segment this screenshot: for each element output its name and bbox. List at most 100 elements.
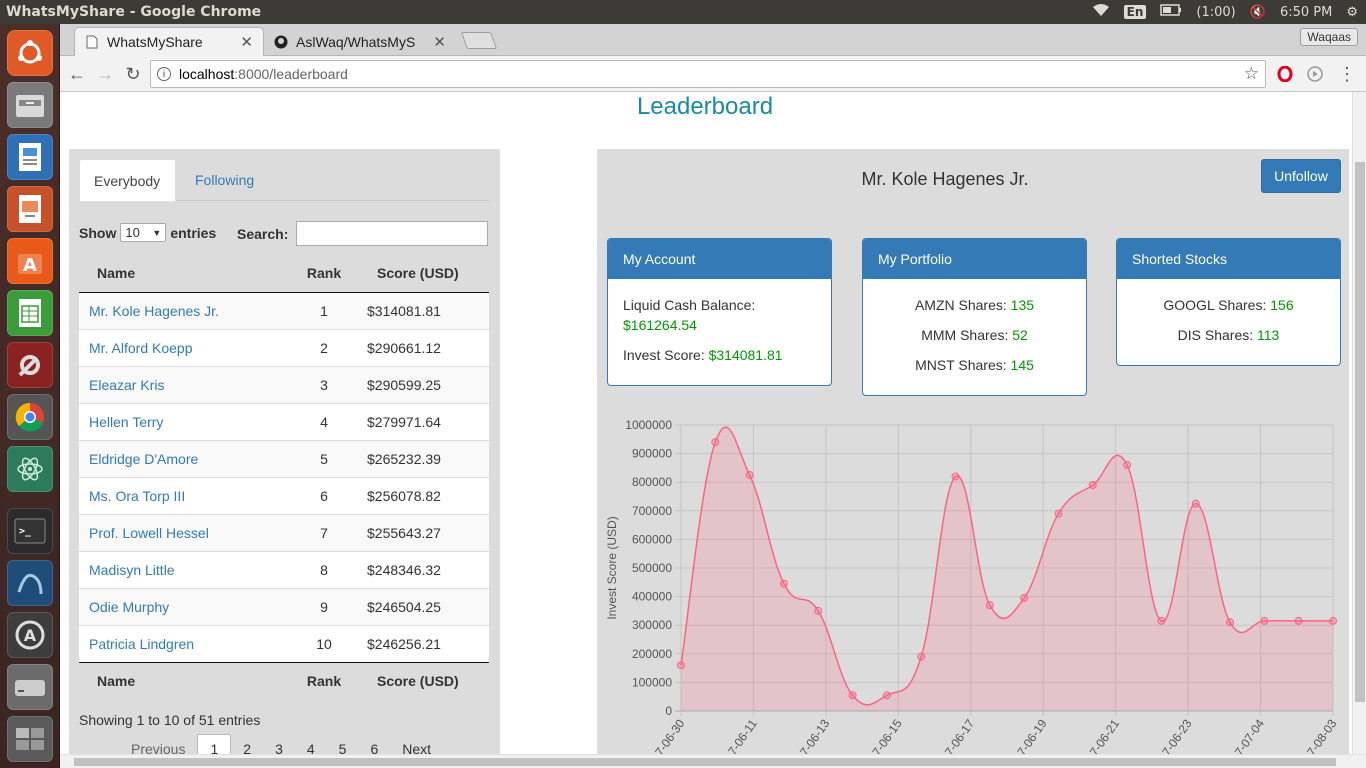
back-arrow-icon[interactable]: ← <box>66 63 88 85</box>
show-label: Show <box>79 224 117 241</box>
column-header-rank[interactable]: Rank <box>289 254 359 293</box>
keyboard-layout-indicator[interactable]: En <box>1123 5 1147 19</box>
battery-time: (1:00) <box>1196 4 1236 20</box>
terminal-icon[interactable]: >_ <box>7 508 53 554</box>
y-tick-label: 700000 <box>632 504 672 518</box>
chrome-icon[interactable] <box>7 394 53 440</box>
shorted-stocks-card: Shorted Stocks GOOGL Shares: 156 DIS Sha… <box>1116 238 1341 366</box>
data-point <box>951 472 960 481</box>
browser-tab-whatsmyshare[interactable]: WhatsMyShare ✕ <box>74 27 264 56</box>
page-viewport: Leaderboard Everybody Following Show 10 … <box>60 92 1366 768</box>
player-score: $279971.64 <box>359 402 489 440</box>
mysql-workbench-icon[interactable] <box>7 560 53 606</box>
system-settings-icon[interactable] <box>7 342 53 388</box>
shorted-item-label: GOOGL Shares: <box>1163 297 1267 313</box>
table-row: Mr. Kole Hagenes Jr. 1 $314081.81 <box>79 291 489 329</box>
url-path: :8000/leaderboard <box>234 66 348 82</box>
scrollbar-thumb[interactable] <box>74 758 1336 766</box>
table-row: Madisyn Little 8 $248346.32 <box>79 550 489 588</box>
bookmark-star-icon[interactable]: ☆ <box>1244 64 1259 84</box>
horizontal-scrollbar[interactable] <box>60 754 1366 768</box>
menu-dots-icon[interactable]: ⋮ <box>1336 63 1358 85</box>
column-footer-rank: Rank <box>289 661 359 700</box>
battery-icon[interactable] <box>1160 4 1182 20</box>
player-name-link[interactable]: Odie Murphy <box>79 587 289 625</box>
browser-tab-title: AslWaq/WhatsMyS <box>296 33 416 50</box>
table-row: Hellen Terry 4 $279971.64 <box>79 402 489 440</box>
data-point <box>985 601 994 610</box>
play-extension-icon[interactable] <box>1304 63 1326 85</box>
libreoffice-impress-icon[interactable] <box>7 186 53 232</box>
portfolio-item: MNST Shares: 145 <box>878 355 1071 375</box>
data-point <box>814 606 823 615</box>
atom-editor-icon[interactable] <box>7 446 53 492</box>
search-label: Search: <box>237 225 289 242</box>
data-point <box>779 579 788 588</box>
settings-gear-icon[interactable]: ⚙ <box>1346 5 1358 20</box>
tab-following[interactable]: Following <box>181 159 268 201</box>
player-rank: 1 <box>289 291 359 329</box>
info-icon[interactable]: i <box>157 67 171 81</box>
clock[interactable]: 6:50 PM <box>1280 5 1332 20</box>
wifi-icon[interactable] <box>1092 3 1110 21</box>
x-tick-label: 7-06-19 <box>1014 716 1049 758</box>
invest-score-value: $314081.81 <box>708 347 783 363</box>
scrollbar-thumb[interactable] <box>1355 162 1365 702</box>
svg-text:>_: >_ <box>19 526 32 537</box>
tab-everybody[interactable]: Everybody <box>79 159 176 201</box>
player-name-link[interactable]: Ms. Ora Torp III <box>79 476 289 514</box>
player-rank: 9 <box>289 587 359 625</box>
table-info: Showing 1 to 10 of 51 entries <box>79 712 261 728</box>
shorted-item: DIS Shares: 113 <box>1132 325 1325 345</box>
player-name-link[interactable]: Eleazar Kris <box>79 365 289 403</box>
player-name-link[interactable]: Madisyn Little <box>79 550 289 588</box>
search-control: Search: <box>237 221 489 246</box>
profile-panel: Mr. Kole Hagenes Jr. Unfollow My Account… <box>597 149 1349 768</box>
opera-extension-icon[interactable] <box>1274 63 1296 85</box>
vertical-scrollbar[interactable] <box>1352 92 1366 754</box>
software-updater-icon[interactable]: A <box>7 612 53 658</box>
column-footer-score: Score (USD) <box>359 661 489 700</box>
address-bar[interactable]: i localhost:8000/leaderboard ☆ <box>150 60 1266 88</box>
browser-tab-title: WhatsMyShare <box>107 34 203 50</box>
my-account-card: My Account Liquid Cash Balance: $161264.… <box>607 238 832 386</box>
cash-balance: Liquid Cash Balance: $161264.54 <box>623 295 816 335</box>
y-tick-label: 300000 <box>632 618 672 632</box>
ubuntu-software-icon[interactable]: A <box>7 238 53 284</box>
player-name-link[interactable]: Eldridge D'Amore <box>79 439 289 477</box>
libreoffice-calc-icon[interactable] <box>7 290 53 336</box>
close-tab-icon[interactable]: ✕ <box>433 33 446 51</box>
entries-length-control: Show 10 ▼ entries <box>79 223 216 242</box>
ubuntu-dash-icon[interactable] <box>7 30 53 76</box>
column-header-score[interactable]: Score (USD) <box>359 254 489 293</box>
forward-arrow-icon[interactable]: → <box>94 63 116 85</box>
workspace-switcher-icon[interactable] <box>7 716 53 762</box>
volume-muted-icon[interactable]: 🔇 <box>1250 5 1266 20</box>
player-name-link[interactable]: Patricia Lindgren <box>79 624 289 662</box>
column-header-name[interactable]: Name <box>79 254 289 293</box>
portfolio-item-value: 52 <box>1012 327 1028 343</box>
svg-text:A: A <box>23 255 37 276</box>
libreoffice-writer-icon[interactable] <box>7 134 53 180</box>
disk-drive-icon[interactable] <box>7 664 53 710</box>
player-name-link[interactable]: Hellen Terry <box>79 402 289 440</box>
portfolio-item: MMM Shares: 52 <box>878 325 1071 345</box>
close-tab-icon[interactable]: ✕ <box>240 33 253 51</box>
profile-button[interactable]: Waqaas <box>1300 28 1358 46</box>
reload-icon[interactable]: ↻ <box>122 63 144 85</box>
browser-tab-github[interactable]: AslWaq/WhatsMyS ✕ <box>264 27 456 56</box>
files-icon[interactable] <box>7 82 53 128</box>
player-score: $265232.39 <box>359 439 489 477</box>
window-title: WhatsMyShare - Google Chrome <box>6 4 262 20</box>
player-name-link[interactable]: Prof. Lowell Hessel <box>79 513 289 551</box>
data-point <box>1123 461 1132 470</box>
entries-select[interactable]: 10 ▼ <box>120 223 167 242</box>
new-tab-button[interactable] <box>460 32 498 49</box>
leaderboard-tabs: Everybody Following <box>79 159 489 201</box>
search-input[interactable] <box>296 221 489 246</box>
player-name-link[interactable]: Mr. Alford Koepp <box>79 328 289 366</box>
y-tick-label: 100000 <box>632 675 672 689</box>
data-point <box>1294 616 1303 625</box>
unfollow-button[interactable]: Unfollow <box>1261 159 1341 193</box>
player-name-link[interactable]: Mr. Kole Hagenes Jr. <box>79 291 289 329</box>
